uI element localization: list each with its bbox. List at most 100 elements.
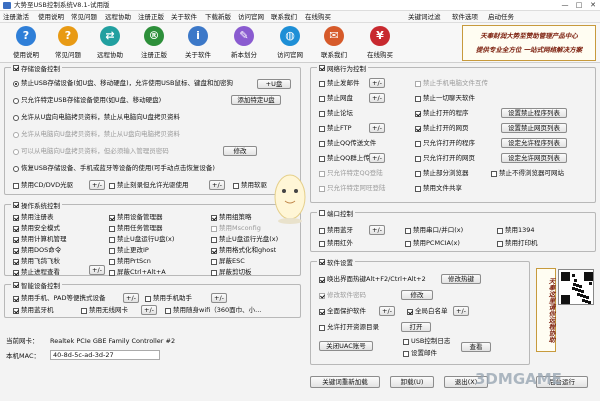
smart-device-enable-checkbox[interactable] — [13, 282, 19, 288]
usb-log-checkbox[interactable]: USB控制日志 — [403, 337, 450, 346]
disable-bluetooth-checkbox[interactable]: 禁用蓝牙 — [319, 226, 353, 235]
disable-printer-checkbox[interactable]: 禁用打印机 — [497, 239, 538, 248]
network-option-checkbox[interactable]: 只允许打开的程序 — [415, 139, 475, 148]
uninstall-button[interactable]: 卸载(U) — [390, 376, 434, 388]
menu-keyword-filter[interactable]: 关键词过滤 — [408, 11, 441, 23]
usb-option-allow-specific[interactable]: 只允许特定USB存储设备使用(如U盘、移动硬盘) — [13, 96, 161, 105]
usb-storage-enable-checkbox[interactable] — [13, 65, 19, 71]
network-list-b1-button[interactable]: 设置禁止程序列表 — [501, 108, 567, 118]
network-option-checkbox[interactable]: 禁止一切聊天软件 — [415, 94, 475, 103]
toolbar-cart-button[interactable]: ¥ 在线购买 — [360, 25, 400, 61]
os-plus-minus-button[interactable]: +/- — [89, 265, 105, 275]
whitelist-plus-minus-button[interactable]: +/- — [453, 306, 469, 316]
network-option-checkbox[interactable]: 只允许特定QQ登陆 — [319, 169, 383, 178]
toolbar-register-button[interactable]: ® 注册正版 — [134, 25, 174, 61]
network-plus-minus-button[interactable]: +/- — [369, 153, 385, 163]
full-protection-checkbox[interactable]: 全面保护软件 — [319, 307, 366, 316]
menu-manual[interactable]: 使用说明 — [38, 11, 64, 23]
menu-download[interactable]: 下载新版 — [205, 11, 231, 23]
open-resource-dir-checkbox[interactable]: 允许打开资源目录 — [319, 323, 379, 332]
os-option-checkbox[interactable]: 禁用PrtScn — [109, 257, 151, 266]
os-option-checkbox[interactable]: 屏蔽ESC — [211, 257, 245, 266]
os-option-checkbox[interactable]: 禁止U盘运行光盘(x) — [211, 235, 278, 244]
os-option-checkbox[interactable]: 禁用飞鸽飞秋 — [13, 257, 60, 266]
view-log-button[interactable]: 查看 — [461, 342, 491, 352]
os-option-checkbox[interactable]: 禁止更改IP — [109, 246, 149, 255]
network-plus-minus-button[interactable]: +/- — [369, 93, 385, 103]
toolbar-book-button[interactable]: ? 使用说明 — [6, 25, 46, 61]
protection-plus-minus-button[interactable]: +/- — [379, 306, 395, 316]
wireless-plus-minus-button[interactable]: +/- — [141, 305, 157, 315]
os-option-checkbox[interactable]: 屏蔽Ctrl+Alt+A — [109, 268, 166, 277]
minimize-button[interactable]: — — [558, 0, 572, 11]
os-control-enable-checkbox[interactable] — [13, 202, 19, 208]
modify-hotkey-button[interactable]: 修改热键 — [441, 274, 481, 284]
toolbar-tools-button[interactable]: ✎ 新本划分 — [224, 25, 264, 61]
usb-option-read-only[interactable]: 允许从U盘向电脑拷贝资料，禁止从电脑向U盘拷贝资料 — [13, 113, 180, 122]
network-option-checkbox[interactable]: 只允许打开的网页 — [415, 154, 475, 163]
modify-password-checkbox[interactable]: 修改软件密码 — [319, 291, 366, 300]
close-uac-button[interactable]: 关闭UAC账号 — [319, 341, 373, 351]
disable-1394-checkbox[interactable]: 禁用1394 — [497, 226, 535, 235]
disable-cd-dvd-checkbox[interactable]: 禁用CD/DVD光驱 — [13, 181, 73, 190]
menu-faq[interactable]: 常见问题 — [71, 11, 97, 23]
os-option-checkbox[interactable]: 禁用组策略 — [211, 213, 252, 222]
network-list-b4-button[interactable]: 设定允许网页列表 — [501, 153, 567, 163]
network-option-checkbox[interactable]: 禁止手机电脑文件互传 — [415, 79, 488, 88]
hotkey-checkbox[interactable]: 唤出界面热键Alt+F2/Ctrl+Alt+2 — [319, 275, 426, 284]
os-option-checkbox[interactable]: 禁用格式化和ghost — [211, 246, 276, 255]
network-option-checkbox[interactable]: 禁止不得浏览器可网站 — [491, 169, 564, 178]
bluetooth-plus-minus-button[interactable]: +/- — [369, 225, 385, 235]
close-button[interactable]: ✕ — [586, 0, 600, 11]
menu-options[interactable]: 软件选项 — [452, 11, 478, 23]
toolbar-remote-button[interactable]: ⇄ 远程协助 — [90, 25, 130, 61]
disable-serial-port-checkbox[interactable]: 禁用串口/并口(x) — [405, 226, 463, 235]
network-list-b3-button[interactable]: 设定允许程序列表 — [501, 138, 567, 148]
toolbar-contact-button[interactable]: ✉ 联系我们 — [314, 25, 354, 61]
usb-option-write-only[interactable]: 允许从电脑向U盘拷贝资料，禁止从U盘向电脑拷贝资料 — [13, 130, 180, 139]
menu-website[interactable]: 访问官网 — [238, 11, 264, 23]
menu-startup[interactable]: 启动任务 — [488, 11, 514, 23]
network-option-checkbox[interactable]: 禁止FTP — [319, 124, 352, 133]
usb-option-password[interactable]: 可以从电脑向U盘拷贝资料，但必须输入管理员密码 — [13, 147, 169, 156]
network-option-checkbox[interactable]: 禁止网盘 — [319, 94, 353, 103]
phone-assistant-plus-minus-button[interactable]: +/- — [211, 293, 227, 303]
os-option-checkbox[interactable]: 禁用Msconfig — [211, 224, 261, 233]
toolbar-info-button[interactable]: i 关于软件 — [178, 25, 218, 61]
software-settings-enable-checkbox[interactable] — [319, 259, 325, 265]
disable-portable-devices-checkbox[interactable]: 禁用手机、PAD等便携式设备 — [13, 294, 105, 303]
network-option-checkbox[interactable]: 禁止打开的网页 — [415, 124, 469, 133]
os-option-checkbox[interactable]: 禁用安全模式 — [13, 224, 60, 233]
usb-password-modify-button[interactable]: 修改 — [223, 146, 257, 156]
menu-buy-license[interactable]: 注册正版 — [138, 11, 164, 23]
disable-pcmcia-checkbox[interactable]: 禁用PCMCIA(x) — [405, 239, 460, 248]
disable-wireless-card-checkbox[interactable]: 禁用无线网卡 — [81, 306, 128, 315]
disable-infrared-checkbox[interactable]: 禁用红外 — [319, 239, 353, 248]
os-option-checkbox[interactable]: 禁止U盘运行U盘(x) — [109, 235, 174, 244]
port-control-enable-checkbox[interactable] — [319, 210, 325, 216]
disable-phone-assistant-checkbox[interactable]: 禁用手机助手 — [145, 294, 192, 303]
network-option-checkbox[interactable]: 禁用文件共享 — [415, 184, 462, 193]
add-usb-disk-button[interactable]: +U盘 — [257, 79, 291, 89]
network-option-checkbox[interactable]: 禁止论坛 — [319, 109, 353, 118]
set-email-checkbox[interactable]: 设置邮件 — [403, 349, 437, 358]
usb-option-block-storage[interactable]: 禁止USB存储设备(如U盘、移动硬盘)，允许使用USB鼠标、键盘和加密狗 — [13, 79, 233, 88]
os-option-checkbox[interactable]: 屏蔽剪切板 — [211, 268, 252, 277]
burn-plus-minus-button[interactable]: +/- — [209, 180, 225, 190]
os-option-checkbox[interactable]: 禁用设备管理器 — [109, 213, 163, 222]
open-button[interactable]: 打开 — [401, 322, 431, 332]
mac-field[interactable]: 40-8d-5c-ad-3d-27 — [50, 350, 160, 360]
maximize-button[interactable]: □ — [572, 0, 586, 11]
disable-portable-wifi-checkbox[interactable]: 禁用随身wifi（360面巾、小... — [165, 306, 261, 315]
network-option-checkbox[interactable]: 禁止发邮件 — [319, 79, 360, 88]
menu-about[interactable]: 关于软件 — [171, 11, 197, 23]
network-plus-minus-button[interactable]: +/- — [369, 123, 385, 133]
os-option-checkbox[interactable]: 禁止进程查看 — [13, 268, 60, 277]
network-plus-minus-button[interactable]: +/- — [369, 78, 385, 88]
menu-contact[interactable]: 联系我们 — [271, 11, 297, 23]
reload-keywords-button[interactable]: 关键词重新加载 — [310, 376, 380, 388]
block-burn-checkbox[interactable]: 禁止刻录但允许光驱使用 — [109, 181, 189, 190]
global-whitelist-checkbox[interactable]: 全局白名单 — [407, 307, 448, 316]
menu-remote[interactable]: 远程协助 — [105, 11, 131, 23]
network-option-checkbox[interactable]: 禁止部分浏览器 — [415, 169, 469, 178]
